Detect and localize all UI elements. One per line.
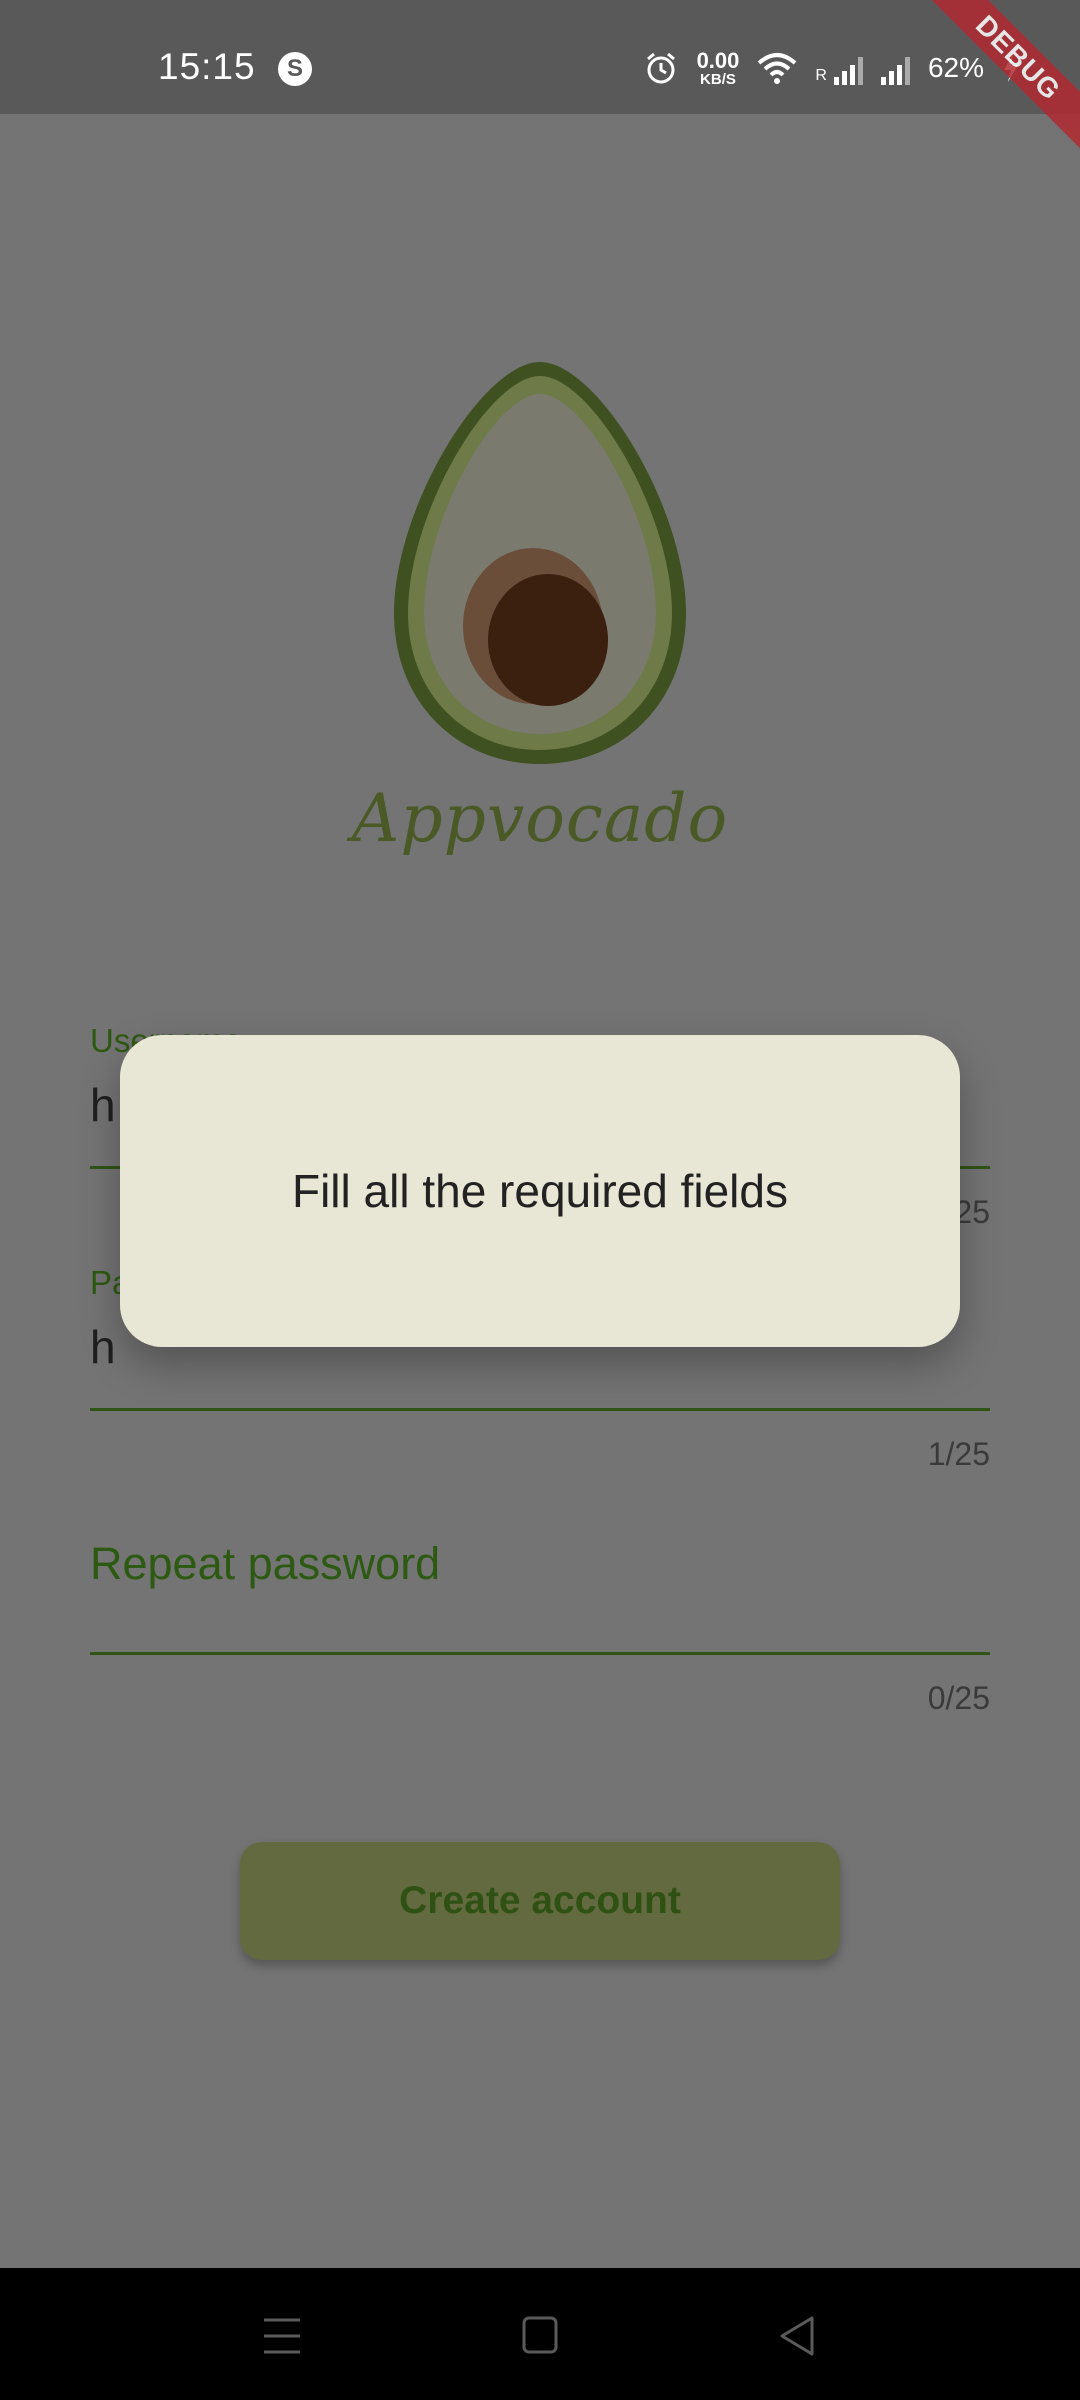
back-triangle-icon[interactable] <box>768 2308 828 2364</box>
s-app-icon: S <box>278 52 312 86</box>
username-value: h <box>90 1079 116 1131</box>
signal-icon <box>880 51 910 85</box>
alarm-icon <box>646 52 675 84</box>
roaming-label: R <box>815 67 827 84</box>
app-name: Appvocado <box>351 780 729 857</box>
network-speed-unit: KB/S <box>700 70 736 88</box>
repeat-password-field[interactable]: Repeat password 0/25 <box>90 1534 990 1734</box>
error-dialog[interactable]: Fill all the required fields <box>120 1035 960 1347</box>
status-bar: 15:15 S 0.00 KB/S R 62% <box>0 0 1080 114</box>
signal-icon: R <box>815 51 863 85</box>
avocado-logo-icon <box>394 362 686 764</box>
network-speed-value: 0.00 <box>696 47 740 73</box>
battery-level: 62% <box>927 52 984 83</box>
repeat-password-label: Repeat password <box>90 1538 441 1589</box>
password-underline <box>90 1408 990 1411</box>
dialog-message: Fill all the required fields <box>291 1165 788 1217</box>
menu-icon[interactable] <box>252 2308 312 2364</box>
password-value: h <box>90 1321 116 1373</box>
navigation-bar <box>0 2268 1080 2400</box>
create-account-button[interactable]: Create account <box>240 1842 840 1960</box>
repeat-password-underline <box>90 1652 990 1655</box>
network-speed: 0.00 KB/S <box>696 47 740 88</box>
password-counter: 1/25 <box>927 1436 990 1472</box>
repeat-password-counter: 0/25 <box>927 1680 990 1716</box>
home-square-icon[interactable] <box>510 2308 570 2364</box>
status-icons: 0.00 KB/S R 62% <box>643 46 1020 90</box>
status-time: 15:15 <box>158 46 256 87</box>
wifi-icon <box>758 53 797 84</box>
